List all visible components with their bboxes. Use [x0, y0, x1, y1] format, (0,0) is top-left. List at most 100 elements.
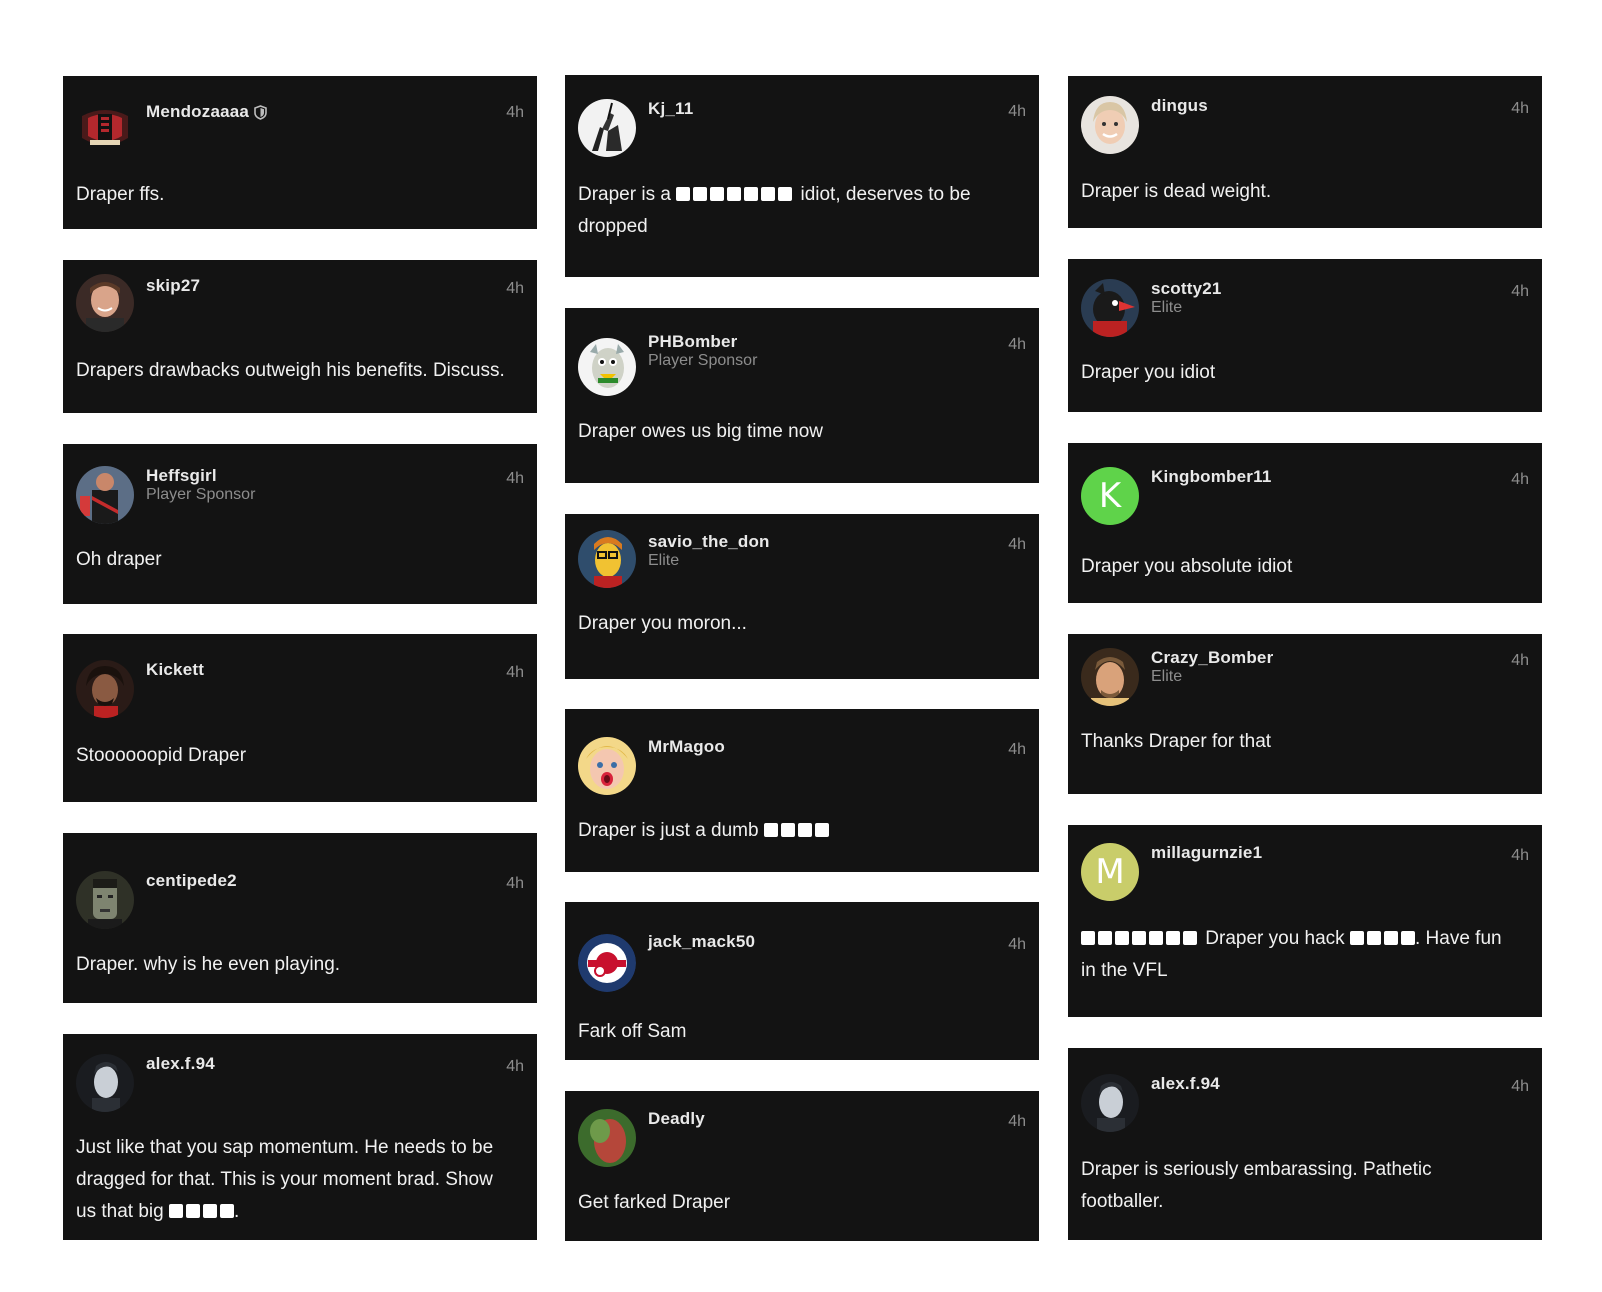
- censored-word: [1081, 928, 1200, 949]
- timestamp: 4h: [1511, 100, 1529, 117]
- timestamp: 4h: [506, 664, 524, 681]
- comment-text: Draper is seriously embarassing. Patheti…: [1081, 1154, 1529, 1218]
- username[interactable]: MrMagoo: [648, 737, 725, 757]
- monster-photo-avatar[interactable]: [76, 871, 134, 929]
- username[interactable]: alex.f.94: [1151, 1074, 1220, 1094]
- user-photo-avatar[interactable]: [76, 274, 134, 332]
- comment-line: dropped: [578, 216, 648, 237]
- username[interactable]: scotty21: [1151, 279, 1222, 299]
- comment-card: K Kingbomber11 4h Draper you absolute id…: [1068, 443, 1542, 603]
- comment-card: savio_the_don Elite 4h Draper you moron.…: [565, 514, 1039, 679]
- comment-segment: idiot, deserves to be: [800, 184, 971, 205]
- username[interactable]: Kingbomber11: [1151, 467, 1271, 487]
- comment-segment: us that big: [76, 1201, 164, 1222]
- comment-segment: Draper is just a dumb: [578, 820, 759, 841]
- user-photo-avatar[interactable]: [76, 1054, 134, 1112]
- timestamp: 4h: [1511, 847, 1529, 864]
- comment-line: in the VFL: [1081, 960, 1168, 981]
- comment-card: scotty21 Elite 4h Draper you idiot: [1068, 259, 1542, 412]
- comment-card: Crazy_Bomber Elite 4h Thanks Draper for …: [1068, 634, 1542, 794]
- comment-card: skip27 4h Drapers drawbacks outweigh his…: [63, 260, 537, 413]
- cartoon-avatar[interactable]: [578, 530, 636, 588]
- comment-text: Draper you absolute idiot: [1081, 556, 1293, 577]
- comment-card: alex.f.94 4h Draper is seriously embaras…: [1068, 1048, 1542, 1240]
- username[interactable]: Heffsgirl: [146, 466, 217, 486]
- username[interactable]: Deadly: [648, 1109, 705, 1129]
- roundel-cannon-icon[interactable]: [578, 934, 636, 992]
- timestamp: 4h: [1008, 536, 1026, 553]
- comment-card: PHBomber Player Sponsor 4h Draper owes u…: [565, 308, 1039, 483]
- comment-card: dingus 4h Draper is dead weight.: [1068, 76, 1542, 228]
- user-photo-avatar[interactable]: [1081, 1074, 1139, 1132]
- user-badge: Elite: [1151, 668, 1183, 685]
- timestamp: 4h: [506, 280, 524, 297]
- username[interactable]: jack_mack50: [648, 932, 755, 952]
- user-badge: Player Sponsor: [146, 486, 256, 503]
- comment-card: Heffsgirl Player Sponsor 4h Oh draper: [63, 444, 537, 604]
- timestamp: 4h: [1008, 936, 1026, 953]
- comment-text: Draper owes us big time now: [578, 421, 823, 442]
- comment-text: Fark off Sam: [578, 1021, 687, 1042]
- timestamp: 4h: [506, 875, 524, 892]
- user-badge: Elite: [1151, 299, 1183, 316]
- username[interactable]: Kj_11: [648, 99, 693, 119]
- letter-avatar[interactable]: M: [1081, 843, 1139, 901]
- timestamp: 4h: [1511, 1078, 1529, 1095]
- comment-text: Draper. why is he even playing.: [76, 954, 341, 975]
- comment-text: Thanks Draper for that: [1081, 731, 1272, 752]
- comment-text: Oh draper: [76, 549, 162, 570]
- comment-segment: .: [233, 1201, 240, 1222]
- username[interactable]: centipede2: [146, 871, 237, 891]
- comment-text: Draper is just a dumb: [578, 815, 1026, 847]
- username[interactable]: PHBomber: [648, 332, 737, 352]
- comment-card: Mendozaaaa 4h Draper ffs.: [63, 76, 537, 229]
- comment-card: M millagurnzie1 4h Draper you hack . Hav…: [1068, 825, 1542, 1017]
- user-photo-avatar[interactable]: [76, 660, 134, 718]
- username[interactable]: alex.f.94: [146, 1054, 215, 1074]
- timestamp: 4h: [1008, 336, 1026, 353]
- username[interactable]: dingus: [1151, 96, 1208, 116]
- comment-segment: Draper you hack: [1205, 928, 1345, 949]
- username[interactable]: savio_the_don: [648, 532, 770, 552]
- comment-text: Draper is dead weight.: [1081, 181, 1272, 202]
- timestamp: 4h: [1511, 283, 1529, 300]
- username[interactable]: Kickett: [146, 660, 204, 680]
- bird-mascot-avatar[interactable]: [1081, 279, 1139, 337]
- user-photo-avatar[interactable]: [1081, 648, 1139, 706]
- comment-text: Draper you hack . Have fun in the VFL: [1081, 923, 1529, 987]
- doll-avatar[interactable]: [578, 737, 636, 795]
- username[interactable]: skip27: [146, 276, 200, 296]
- shield-icon: [254, 104, 267, 120]
- username[interactable]: Crazy_Bomber: [1151, 648, 1273, 668]
- comment-card: alex.f.94 4h Just like that you sap mome…: [63, 1034, 537, 1240]
- comment-card: Kickett 4h Stoooooopid Draper: [63, 634, 537, 802]
- user-photo-avatar[interactable]: [1081, 96, 1139, 154]
- letter-avatar[interactable]: K: [1081, 467, 1139, 525]
- comment-card: Deadly 4h Get farked Draper: [565, 1091, 1039, 1241]
- statue-photo-avatar[interactable]: [578, 99, 636, 157]
- censored-word: [676, 184, 795, 205]
- username[interactable]: Mendozaaaa: [146, 102, 267, 122]
- comment-text: Drapers drawbacks outweigh his benefits.…: [76, 360, 505, 381]
- club-crest-icon[interactable]: [76, 98, 134, 156]
- comment-line: Draper is a idiot, deserves to be: [578, 179, 1026, 211]
- timestamp: 4h: [1008, 1113, 1026, 1130]
- comment-text: Draper you moron...: [578, 613, 747, 634]
- comment-line: Just like that you sap momentum. He need…: [76, 1137, 494, 1158]
- comment-text: Just like that you sap momentum. He need…: [76, 1132, 524, 1228]
- comment-segment: Draper is a: [578, 184, 671, 205]
- comment-card: jack_mack50 4h Fark off Sam: [565, 902, 1039, 1060]
- photo-avatar[interactable]: [578, 1109, 636, 1167]
- comment-line: Draper you hack . Have fun: [1081, 923, 1529, 955]
- comment-card: Kj_11 4h Draper is a idiot, deserves to …: [565, 75, 1039, 277]
- username-text[interactable]: Mendozaaaa: [146, 102, 249, 122]
- timestamp: 4h: [1511, 471, 1529, 488]
- cartoon-avatar[interactable]: [578, 338, 636, 396]
- censored-word: [168, 1201, 234, 1222]
- username[interactable]: millagurnzie1: [1151, 843, 1262, 863]
- timestamp: 4h: [506, 104, 524, 121]
- comment-segment: . Have fun: [1414, 928, 1502, 949]
- player-photo-avatar[interactable]: [76, 466, 134, 524]
- censored-word: [1349, 928, 1415, 949]
- timestamp: 4h: [1008, 741, 1026, 758]
